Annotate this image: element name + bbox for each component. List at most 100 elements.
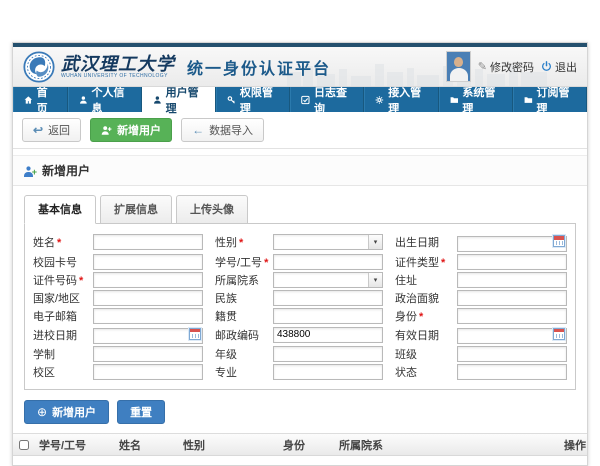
select-all-checkbox[interactable] (19, 440, 29, 450)
nav-home[interactable]: 首页 (13, 87, 68, 112)
political-status-input[interactable] (457, 290, 567, 306)
key-icon (227, 95, 236, 105)
major-input[interactable] (273, 364, 383, 380)
import-arrow-icon: ← (192, 123, 204, 137)
table-body-empty (13, 456, 587, 465)
campus-input[interactable] (93, 364, 203, 380)
calendar-icon[interactable] (553, 328, 565, 340)
address-input[interactable] (457, 272, 567, 288)
home-icon (24, 95, 33, 105)
basic-info-form: 姓名* 性别*▾ 出生日期 校园卡号 学号/工号* 证件类型* 证件号码* 所属… (24, 223, 576, 390)
field-enroll-date: 进校日期 (33, 326, 203, 345)
nav-user-management[interactable]: 用户管理 (142, 87, 216, 112)
id-number-input[interactable] (93, 272, 203, 288)
required-mark: * (264, 257, 268, 269)
nav-label: 系统管理 (462, 84, 500, 116)
identity-input[interactable] (457, 308, 567, 324)
col-name: 姓名 (115, 437, 179, 453)
tab-extended-info[interactable]: 扩展信息 (100, 195, 172, 224)
field-political-status: 政治面貌 (395, 290, 567, 306)
ethnicity-input[interactable] (273, 290, 383, 306)
nav-personal-info[interactable]: 个人信息 (68, 87, 142, 112)
calendar-icon[interactable] (189, 328, 201, 340)
department-select[interactable]: ▾ (273, 272, 383, 288)
col-gender: 性别 (179, 437, 279, 453)
field-id-number: 证件号码* (33, 272, 203, 288)
main-nav: 首页 个人信息 用户管理 权限管理 日志查询 接入管理 系统管理 订阅管理 (13, 87, 587, 112)
logout-label: 退出 (555, 59, 577, 75)
student-id-input[interactable] (273, 254, 383, 270)
data-import-button[interactable]: ← 数据导入 (181, 118, 264, 142)
postal-code-input[interactable] (273, 327, 383, 343)
tab-label: 基本信息 (38, 204, 82, 216)
add-user-toolbar-button[interactable]: 新增用户 (90, 118, 172, 142)
field-status: 状态 (395, 364, 567, 380)
form-actions: ⊕ 新增用户 重置 (13, 390, 587, 433)
change-password-link[interactable]: ✎ 修改密码 (478, 59, 534, 75)
nav-system-management[interactable]: 系统管理 (439, 87, 513, 112)
user-plus-icon (101, 125, 112, 136)
power-icon (541, 61, 552, 72)
header-user-area: ✎ 修改密码 退出 (446, 51, 577, 82)
class-input[interactable] (457, 346, 567, 362)
chevron-down-icon: ▾ (368, 235, 382, 249)
country-input[interactable] (93, 290, 203, 306)
col-operation: 操作 (560, 437, 587, 453)
app-window: 武汉理工大学 WUHAN UNIVERSITY OF TECHNOLOGY 统一… (12, 42, 588, 466)
gender-select[interactable]: ▾ (273, 234, 383, 250)
birthdate-input[interactable] (457, 236, 567, 252)
tab-basic-info[interactable]: 基本信息 (24, 195, 96, 224)
calendar-icon[interactable] (553, 235, 565, 247)
logout-link[interactable]: 退出 (541, 59, 577, 75)
status-input[interactable] (457, 364, 567, 380)
user-icon (153, 95, 162, 105)
native-place-input[interactable] (273, 308, 383, 324)
section-title-bar: + 新增用户 (13, 155, 587, 186)
required-mark: * (57, 237, 61, 249)
submit-label: 新增用户 (52, 404, 96, 420)
tab-upload-avatar[interactable]: 上传头像 (176, 195, 248, 224)
change-password-label: 修改密码 (490, 59, 534, 75)
tab-label: 扩展信息 (114, 204, 158, 216)
field-class: 班级 (395, 346, 567, 362)
field-birthdate: 出生日期 (395, 233, 567, 252)
add-user-label: 新增用户 (117, 122, 161, 138)
nav-subscription-management[interactable]: 订阅管理 (513, 87, 587, 112)
name-input[interactable] (93, 234, 203, 250)
back-button[interactable]: ↩ 返回 (22, 118, 81, 142)
valid-date-input[interactable] (457, 328, 567, 344)
field-campus-card: 校园卡号 (33, 254, 203, 270)
field-identity: 身份* (395, 308, 567, 324)
nav-permission-management[interactable]: 权限管理 (216, 87, 290, 112)
enroll-date-input[interactable] (93, 328, 203, 344)
grade-input[interactable] (273, 346, 383, 362)
tab-label: 上传头像 (190, 204, 234, 216)
field-valid-date: 有效日期 (395, 326, 567, 345)
email-input[interactable] (93, 308, 203, 324)
campus-card-input[interactable] (93, 254, 203, 270)
field-address: 住址 (395, 272, 567, 288)
field-postal-code: 邮政编码 (215, 326, 383, 345)
id-type-input[interactable] (457, 254, 567, 270)
nav-label: 日志查询 (314, 84, 352, 116)
field-email: 电子邮箱 (33, 308, 203, 324)
field-department: 所属院系▾ (215, 272, 383, 288)
reset-button[interactable]: 重置 (117, 400, 165, 424)
pencil-icon: ✎ (478, 60, 487, 73)
back-arrow-icon: ↩ (33, 123, 43, 137)
log-check-icon (301, 95, 310, 105)
toolbar: ↩ 返回 新增用户 ← 数据导入 (13, 112, 587, 149)
field-student-id: 学号/工号* (215, 254, 383, 270)
required-mark: * (441, 257, 445, 269)
header: 武汉理工大学 WUHAN UNIVERSITY OF TECHNOLOGY 统一… (13, 47, 587, 87)
submit-add-user-button[interactable]: ⊕ 新增用户 (24, 400, 109, 424)
form-tabs: 基本信息 扩展信息 上传头像 (13, 186, 587, 223)
user-table: 学号/工号 姓名 性别 身份 所属院系 操作 (13, 433, 587, 465)
university-logo (23, 51, 55, 83)
nav-access-management[interactable]: 接入管理 (364, 87, 438, 112)
plus-circle-icon: ⊕ (37, 405, 47, 419)
section-title: 新增用户 (42, 162, 90, 179)
study-length-input[interactable] (93, 346, 203, 362)
nav-log-query[interactable]: 日志查询 (290, 87, 364, 112)
field-name: 姓名* (33, 233, 203, 252)
